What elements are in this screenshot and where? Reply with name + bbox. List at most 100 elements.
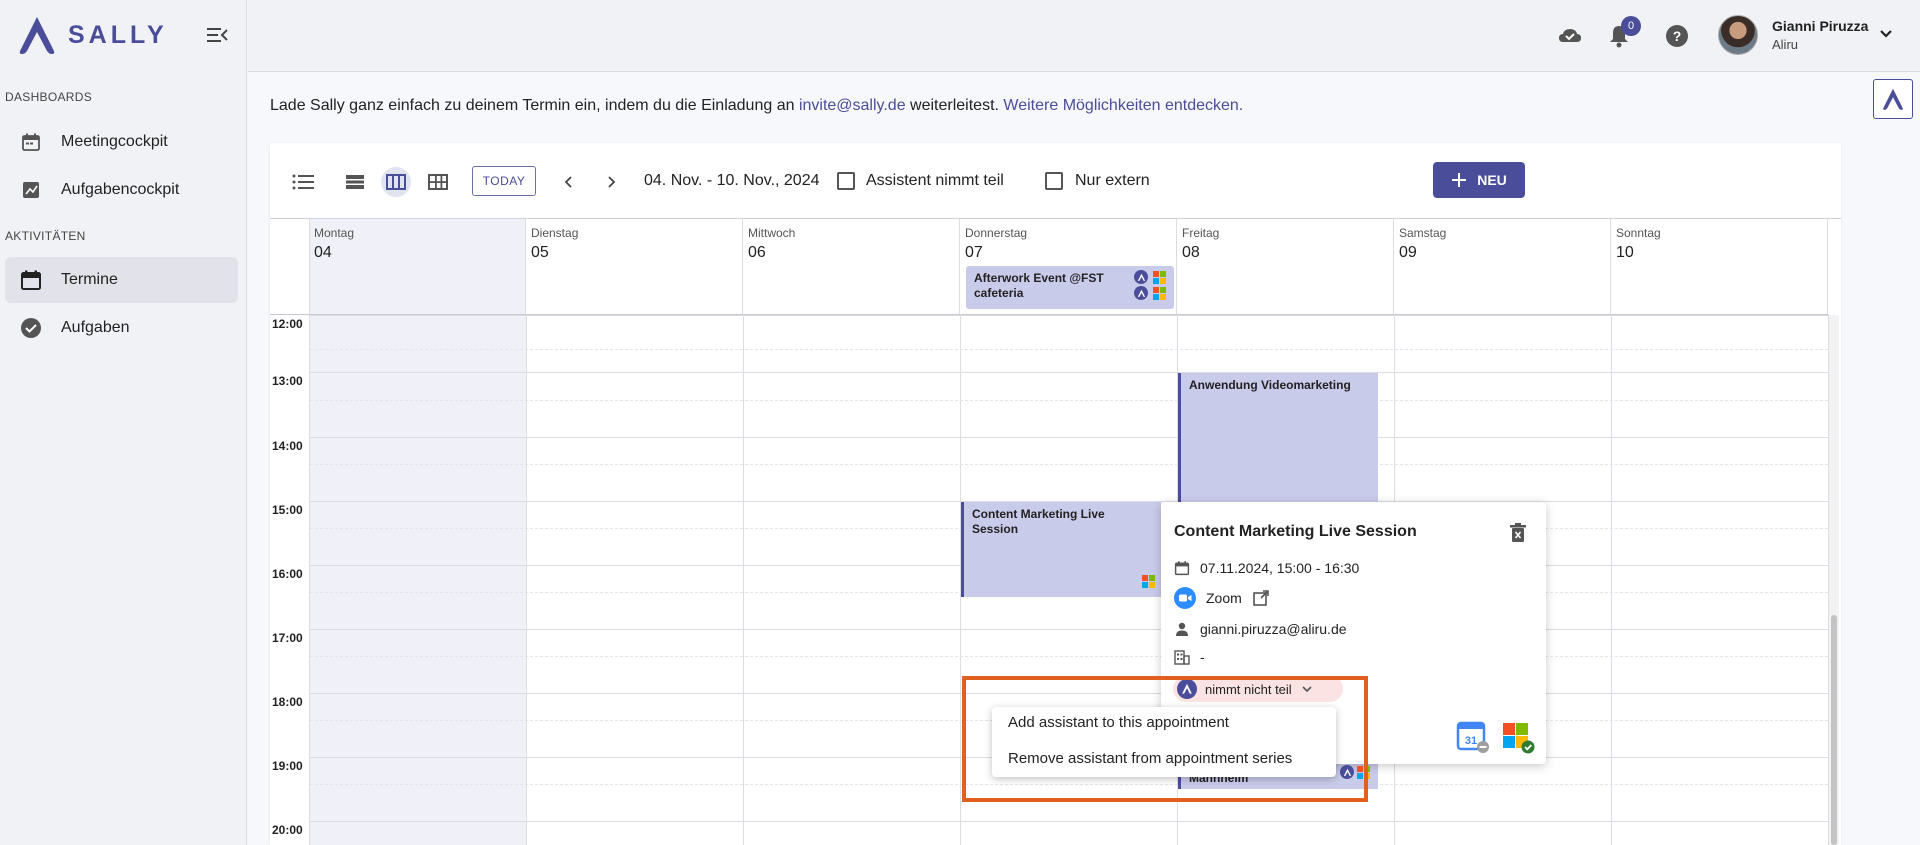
new-button-label: NEU (1477, 172, 1507, 188)
microsoft-icon (1142, 575, 1155, 588)
chevron-right-icon[interactable] (596, 167, 626, 197)
day-header-sunday[interactable]: Sonntag 10 (1612, 219, 1828, 314)
time-label: 15:00 (272, 503, 303, 517)
sidebar-item-label: Meetingcockpit (61, 133, 168, 150)
day-header-wednesday[interactable]: Mittwoch 06 (744, 219, 960, 314)
microsoft-synced-icon[interactable] (1501, 720, 1535, 754)
sally-logo-icon (1883, 88, 1903, 110)
collapse-menu-icon[interactable] (205, 24, 231, 46)
day-name: Montag (314, 226, 355, 240)
scrollbar-thumb[interactable] (1831, 615, 1837, 845)
day-number: 05 (531, 244, 549, 261)
month-view-icon[interactable] (423, 167, 453, 197)
help-icon[interactable]: ? (1663, 22, 1691, 50)
google-calendar-unsynced-icon[interactable]: 31 (1456, 720, 1489, 753)
event-title: Content Marketing Live Session (972, 507, 1105, 536)
new-appointment-button[interactable]: NEU (1433, 162, 1525, 198)
notifications-button[interactable]: 0 (1605, 16, 1641, 50)
calendar-icon (19, 130, 43, 154)
half-hour-line (310, 400, 1828, 401)
column-divider (743, 314, 744, 845)
day-number: 04 (314, 244, 332, 261)
popover-datetime: 07.11.2024, 15:00 - 16:30 (1200, 560, 1360, 576)
day-header-monday[interactable]: Montag 04 (310, 219, 526, 314)
plus-icon (1452, 173, 1467, 187)
sidebar: SALLY DASHBOARDS Meetingcockpit Aufgaben… (0, 0, 247, 845)
sidebar-item-termine[interactable]: Termine (5, 257, 238, 303)
open-external-icon[interactable] (1252, 589, 1270, 607)
time-label: 20:00 (272, 823, 303, 837)
time-label: 13:00 (272, 374, 303, 388)
delete-icon[interactable] (1507, 522, 1529, 544)
popover-location-row: Zoom (1174, 587, 1270, 609)
day-number: 07 (965, 244, 983, 261)
time-label: 12:00 (272, 317, 303, 331)
calendar-toolbar: TODAY 04. Nov. - 10. Nov., 2024 Assisten… (270, 143, 1841, 219)
cloud-sync-icon[interactable] (1556, 22, 1584, 50)
invite-email-link[interactable]: invite@sally.de (799, 97, 906, 114)
half-hour-line (310, 464, 1828, 465)
hour-line (310, 821, 1828, 822)
popover-room: - (1200, 649, 1205, 665)
user-avatar[interactable] (1718, 15, 1758, 55)
popover-organizer: gianni.piruzza@aliru.de (1200, 621, 1347, 637)
sidebar-item-aufgaben[interactable]: Aufgaben (5, 305, 238, 351)
more-options-link[interactable]: Weitere Möglichkeiten entdecken. (1003, 97, 1243, 114)
assistant-participates-label: Assistent nimmt teil (866, 172, 1004, 189)
person-icon (1176, 622, 1188, 636)
time-label: 16:00 (272, 567, 303, 581)
day-name: Mittwoch (748, 226, 796, 240)
zoom-icon (1174, 587, 1196, 609)
day-header-saturday[interactable]: Samstag 09 (1395, 219, 1611, 314)
only-external-checkbox[interactable] (1045, 172, 1063, 190)
calendar-icon (1174, 561, 1190, 576)
info-text: weiterleitest. (905, 97, 1004, 114)
chevron-down-icon[interactable] (1876, 24, 1896, 44)
hour-line (310, 629, 1828, 630)
time-label: 14:00 (272, 439, 303, 453)
section-dashboards: DASHBOARDS (5, 90, 93, 104)
chevron-left-icon[interactable] (554, 167, 584, 197)
half-hour-line (310, 349, 1828, 350)
calendar-icon (19, 268, 43, 292)
day-header-tuesday[interactable]: Dienstag 05 (527, 219, 743, 314)
popover-room-row: - (1174, 649, 1205, 665)
notification-count-badge: 0 (1621, 16, 1641, 36)
microsoft-icon (1153, 287, 1166, 300)
event-content-marketing[interactable]: Content Marketing Live Session (961, 502, 1161, 597)
svg-text:?: ? (1673, 28, 1682, 44)
app-logo[interactable]: SALLY (16, 14, 168, 56)
only-external-label: Nur extern (1075, 172, 1150, 189)
assistant-participates-checkbox[interactable] (837, 172, 855, 190)
list-view-icon[interactable] (288, 167, 318, 197)
app-name: SALLY (68, 20, 168, 49)
popover-title: Content Marketing Live Session (1174, 523, 1417, 540)
column-divider (526, 314, 527, 845)
hour-line (310, 315, 1828, 316)
column-divider (1611, 314, 1612, 845)
event-title: Afterwork Event @FST cafeteria (974, 271, 1104, 300)
sally-logo-icon (19, 17, 55, 54)
sally-icon (1134, 286, 1148, 300)
day-header-friday[interactable]: Freitag 08 (1178, 219, 1394, 314)
svg-text:31: 31 (1465, 735, 1477, 747)
sidebar-item-meetingcockpit[interactable]: Meetingcockpit (5, 119, 238, 165)
event-afterwork[interactable]: Afterwork Event @FST cafeteria (966, 266, 1174, 309)
hour-line (310, 372, 1828, 373)
day-number: 08 (1182, 244, 1200, 261)
week-view-icon[interactable] (381, 167, 411, 197)
sidebar-item-label: Termine (61, 271, 118, 288)
day-name: Samstag (1399, 226, 1447, 240)
sidebar-item-aufgabencockpit[interactable]: Aufgabencockpit (5, 167, 238, 213)
today-button[interactable]: TODAY (472, 166, 536, 196)
event-video-marketing[interactable]: Anwendung Videomarketing (1178, 373, 1378, 504)
popover-datetime-row: 07.11.2024, 15:00 - 16:30 (1174, 560, 1359, 576)
sally-assistant-button[interactable] (1873, 79, 1913, 119)
day-view-icon[interactable] (340, 167, 370, 197)
event-title: Anwendung Videomarketing (1189, 378, 1351, 392)
user-organization: Aliru (1772, 37, 1799, 52)
user-name: Gianni Piruzza (1772, 18, 1869, 34)
calendar-scrollbar[interactable] (1829, 315, 1839, 845)
time-gutter-border (309, 219, 310, 845)
microsoft-icon (1153, 271, 1166, 284)
